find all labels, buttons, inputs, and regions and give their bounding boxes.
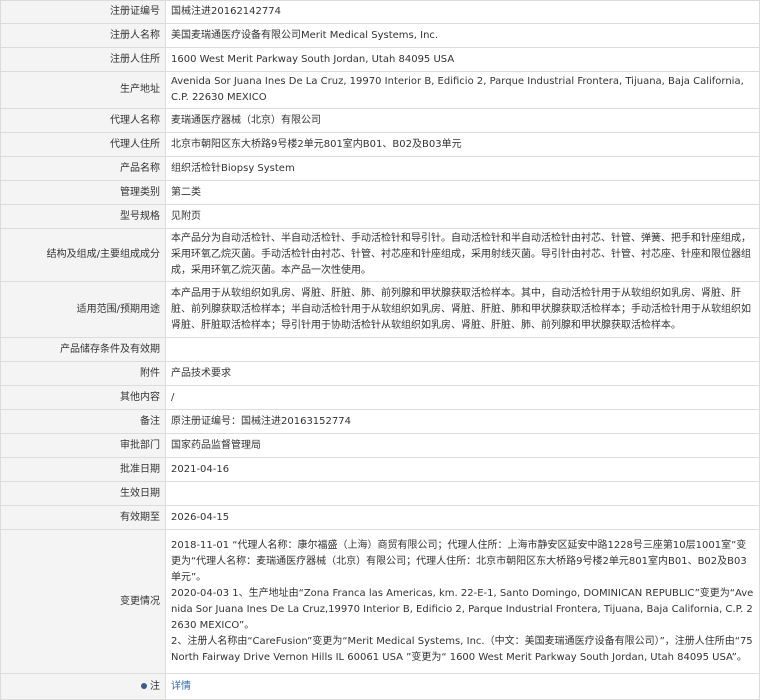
field-label: 产品储存条件及有效期 — [0, 337, 166, 362]
field-label: 有效期至 — [0, 505, 166, 530]
row-agent-name: 代理人名称 麦瑞通医疗器械（北京）有限公司 — [0, 108, 760, 133]
row-agent-address: 代理人住所 北京市朝阳区东大桥路9号楼2单元801室内B01、B02及B03单元 — [0, 132, 760, 157]
field-label: 注册证编号 — [0, 0, 166, 24]
field-value: 麦瑞通医疗器械（北京）有限公司 — [165, 108, 760, 133]
registration-table: 注册证编号 国械注进20162142774 注册人名称 美国麦瑞通医疗设备有限公… — [0, 0, 760, 700]
row-other: 其他内容 / — [0, 385, 760, 410]
row-structure: 结构及组成/主要组成成分 本产品分为自动活检针、半自动活检针、手动活检针和导引针… — [0, 228, 760, 282]
row-expiry-date: 有效期至 2026-04-15 — [0, 505, 760, 530]
field-label: 生效日期 — [0, 481, 166, 506]
change-entry: 2018-11-01 “代理人名称：康尔福盛（上海）商贸有限公司；代理人住所：上… — [171, 539, 747, 583]
field-label: 其他内容 — [0, 385, 166, 410]
field-label: 注 — [150, 680, 160, 692]
field-value: 组织活检针Biopsy System — [165, 156, 760, 181]
field-value: Avenida Sor Juana Ines De La Cruz, 19970… — [165, 71, 760, 109]
row-reg-no: 注册证编号 国械注进20162142774 — [0, 0, 760, 24]
field-label: 备注 — [0, 409, 166, 434]
field-value: 产品技术要求 — [165, 361, 760, 386]
row-storage: 产品储存条件及有效期 — [0, 337, 760, 362]
changes-value: 2018-11-01 “代理人名称：康尔福盛（上海）商贸有限公司；代理人住所：上… — [165, 529, 760, 674]
field-value: 第二类 — [165, 180, 760, 205]
row-registrant-name: 注册人名称 美国麦瑞通医疗设备有限公司Merit Medical Systems… — [0, 23, 760, 48]
field-label: 代理人住所 — [0, 132, 166, 157]
pin-icon — [141, 682, 147, 689]
field-value: / — [165, 385, 760, 410]
field-label: 批准日期 — [0, 457, 166, 482]
field-value: 1600 West Merit Parkway South Jordan, Ut… — [165, 47, 760, 72]
row-product-name: 产品名称 组织活检针Biopsy System — [0, 156, 760, 181]
field-value: 原注册证编号：国械注进20163152774 — [165, 409, 760, 434]
field-label: 审批部门 — [0, 433, 166, 458]
change-entry: 2020-04-03 1、生产地址由“Zona Franca las Ameri… — [171, 587, 754, 631]
field-label: 注册人名称 — [0, 23, 166, 48]
row-approval-dept: 审批部门 国家药品监督管理局 — [0, 433, 760, 458]
field-label: 型号规格 — [0, 204, 166, 229]
field-value: 国械注进20162142774 — [165, 0, 760, 24]
field-label: 注册人住所 — [0, 47, 166, 72]
row-remarks: 备注 原注册证编号：国械注进20163152774 — [0, 409, 760, 434]
field-value — [165, 481, 760, 506]
field-value: 美国麦瑞通医疗设备有限公司Merit Medical Systems, Inc. — [165, 23, 760, 48]
row-registrant-address: 注册人住所 1600 West Merit Parkway South Jord… — [0, 47, 760, 72]
row-changes: 变更情况 2018-11-01 “代理人名称：康尔福盛（上海）商贸有限公司；代理… — [0, 529, 760, 674]
field-value: 2021-04-16 — [165, 457, 760, 482]
details-link[interactable]: 详情 — [171, 681, 191, 692]
field-label: 管理类别 — [0, 180, 166, 205]
row-model-spec: 型号规格 见附页 — [0, 204, 760, 229]
row-category: 管理类别 第二类 — [0, 180, 760, 205]
row-attachment: 附件 产品技术要求 — [0, 361, 760, 386]
row-production-address: 生产地址 Avenida Sor Juana Ines De La Cruz, … — [0, 71, 760, 109]
field-label: 结构及组成/主要组成成分 — [0, 228, 166, 282]
field-value: 见附页 — [165, 204, 760, 229]
field-value: 国家药品监督管理局 — [165, 433, 760, 458]
field-label: 附件 — [0, 361, 166, 386]
row-intended-use: 适用范围/预期用途 本产品用于从软组织如乳房、肾脏、肝脏、肺、前列腺和甲状腺获取… — [0, 281, 760, 338]
row-effective-date: 生效日期 — [0, 481, 760, 506]
field-label: 生产地址 — [0, 71, 166, 109]
field-label: 适用范围/预期用途 — [0, 281, 166, 338]
field-value: 本产品用于从软组织如乳房、肾脏、肝脏、肺、前列腺和甲状腺获取活检样本。其中，自动… — [165, 281, 760, 338]
field-value: 本产品分为自动活检针、半自动活检针、手动活检针和导引针。自动活检针和半自动活检针… — [165, 228, 760, 282]
field-value — [165, 337, 760, 362]
field-value: 2026-04-15 — [165, 505, 760, 530]
field-label: 代理人名称 — [0, 108, 166, 133]
field-label: 产品名称 — [0, 156, 166, 181]
field-label: 变更情况 — [0, 529, 166, 674]
field-value: 北京市朝阳区东大桥路9号楼2单元801室内B01、B02及B03单元 — [165, 132, 760, 157]
change-entry: 2、注册人名称由“CareFusion”变更为“Merit Medical Sy… — [171, 635, 753, 663]
row-approval-date: 批准日期 2021-04-16 — [0, 457, 760, 482]
